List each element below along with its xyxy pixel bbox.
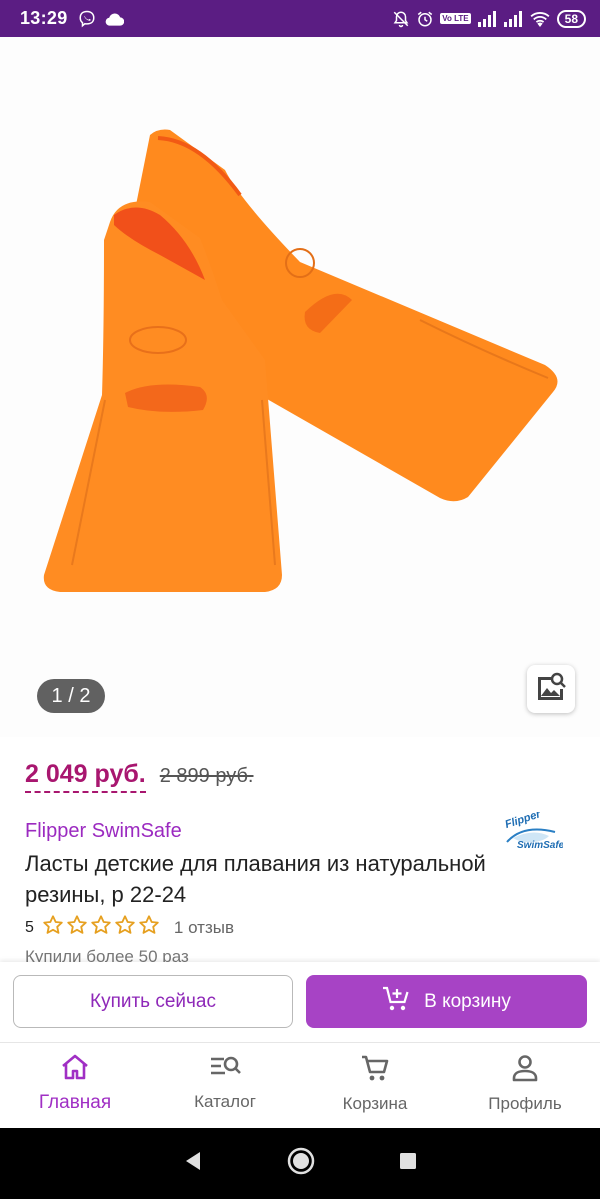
nav-cart-label: Корзина xyxy=(342,1094,408,1113)
nav-catalog-label: Каталог xyxy=(194,1092,256,1111)
status-bar: 13:29 Vo LTE 58 xyxy=(0,0,600,37)
back-icon[interactable] xyxy=(182,1150,204,1177)
signal-icon xyxy=(503,10,523,27)
home-circle-icon[interactable] xyxy=(286,1146,316,1181)
product-image xyxy=(43,129,558,592)
image-counter: 1 / 2 xyxy=(37,679,105,713)
brand-logo-text: Flipper xyxy=(504,812,543,831)
nav-home[interactable]: Главная xyxy=(0,1043,150,1128)
mute-icon xyxy=(392,10,410,28)
price-current[interactable]: 2 049 руб. xyxy=(25,760,146,793)
home-icon xyxy=(60,1053,90,1086)
rating-value: 5 xyxy=(25,918,34,936)
nav-profile[interactable]: Профиль xyxy=(450,1043,600,1128)
image-zoom-button[interactable] xyxy=(527,665,575,713)
recents-icon[interactable] xyxy=(398,1151,418,1176)
reviews-link[interactable]: 1 отзыв xyxy=(174,918,234,938)
nav-cart[interactable]: Корзина xyxy=(300,1043,450,1128)
cloud-icon xyxy=(104,12,124,26)
bought-count: Купили более 50 раз xyxy=(25,947,189,963)
add-to-cart-button[interactable]: В корзину xyxy=(306,975,587,1028)
price-old: 2 899 руб. xyxy=(159,765,254,787)
star-icon xyxy=(66,914,88,941)
profile-icon xyxy=(511,1053,539,1088)
alarm-icon xyxy=(416,10,434,28)
price-row: 2 049 руб. 2 899 руб. xyxy=(25,760,254,793)
buy-now-button[interactable]: Купить сейчас xyxy=(13,975,293,1028)
product-gallery[interactable]: 1 / 2 xyxy=(0,37,600,737)
star-icon xyxy=(90,914,112,941)
add-to-cart-label: В корзину xyxy=(424,990,511,1012)
brand-logo[interactable]: Flipper SwimSafe xyxy=(503,808,565,857)
product-title: Ласты детские для плавания из натурально… xyxy=(25,851,486,907)
star-icon xyxy=(42,914,64,941)
rating-stars xyxy=(42,914,160,941)
action-bar: Купить сейчас В корзину xyxy=(0,962,600,1042)
add-cart-icon xyxy=(382,986,410,1018)
nav-home-label: Главная xyxy=(38,1092,112,1113)
nav-catalog[interactable]: Каталог xyxy=(150,1043,300,1128)
star-icon xyxy=(114,914,136,941)
star-icon xyxy=(138,914,160,941)
wifi-icon xyxy=(529,11,551,27)
viber-icon xyxy=(78,10,96,28)
status-time: 13:29 xyxy=(20,8,68,28)
brand-link[interactable]: Flipper SwimSafe xyxy=(25,820,182,843)
bottom-nav: Главная Каталог Корзина Профиль xyxy=(0,1042,600,1128)
brand-logo-text: SwimSafe xyxy=(517,840,563,851)
nav-profile-label: Профиль xyxy=(488,1094,562,1113)
image-search-icon xyxy=(535,671,567,708)
system-nav-bar xyxy=(0,1128,600,1199)
signal-icon xyxy=(477,10,497,27)
catalog-search-icon xyxy=(209,1053,241,1086)
volte-icon: Vo LTE xyxy=(440,13,471,24)
cart-icon xyxy=(360,1053,390,1088)
battery-icon: 58 xyxy=(556,9,586,28)
rating-row[interactable]: 5 1 отзыв xyxy=(25,914,234,941)
